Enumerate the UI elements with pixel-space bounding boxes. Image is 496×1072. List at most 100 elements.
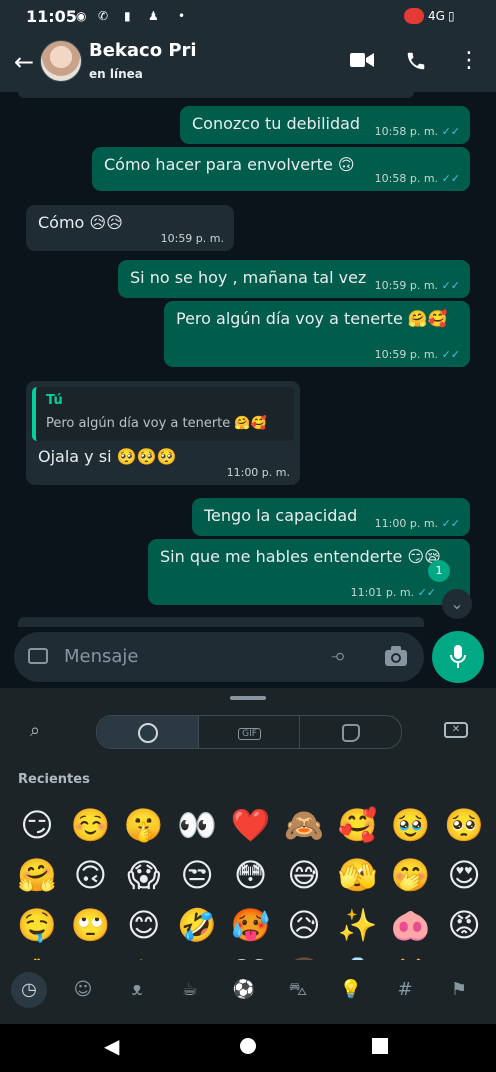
emoji-key[interactable]: 🤍 xyxy=(224,950,278,960)
emoji-key[interactable]: 🫣 xyxy=(330,850,384,900)
scroll-down-icon[interactable]: ⌄ xyxy=(442,589,472,619)
status-bar: 11:05 ◉ ✆ ▮ ♟ • 4G ▯ xyxy=(0,0,496,34)
keyboard-icon[interactable] xyxy=(28,648,48,664)
emoji-key[interactable]: 🥰 xyxy=(330,800,384,850)
back-arrow-icon[interactable]: ← xyxy=(14,48,34,76)
message-input[interactable]: Mensaje xyxy=(64,646,139,667)
drag-handle[interactable] xyxy=(230,696,266,700)
message-bubble-outgoing[interactable]: Si no se hoy , mañana tal vez 10:59 p. m… xyxy=(118,260,470,298)
emoji-key[interactable]: 💍 xyxy=(330,950,384,960)
message-input-bar[interactable]: Mensaje ⌕ xyxy=(14,632,424,682)
tab-gif[interactable]: GIF xyxy=(198,716,300,748)
emoji-key[interactable]: 🙃 xyxy=(63,850,117,900)
emoji-key[interactable]: 🙈 xyxy=(277,800,331,850)
tab-emoji[interactable] xyxy=(97,716,198,748)
emoji-key[interactable]: ❤️ xyxy=(224,800,278,850)
emoji-key[interactable]: 🤣 xyxy=(170,900,224,950)
recent-category-icon[interactable]: ◷ xyxy=(11,972,47,1008)
message-bubble-incoming[interactable]: Tú Pero algún día voy a tenerte 🤗🥰 Ojala… xyxy=(26,381,300,485)
nav-back-icon[interactable]: ◀ xyxy=(104,1034,119,1058)
system-nav-bar: ◀ xyxy=(0,1024,496,1072)
travel-category-icon[interactable]: ⛍ xyxy=(280,972,316,1008)
user-add-icon: ♟ xyxy=(148,9,159,23)
emoji-key[interactable]: 😍 xyxy=(437,850,490,900)
emoji-key[interactable]: 😒 xyxy=(170,850,224,900)
contact-name[interactable]: Bekaco Pri xyxy=(89,40,197,61)
section-title: Recientes xyxy=(18,772,90,787)
smileys-category-icon[interactable]: ☺ xyxy=(65,972,101,1008)
emoji-icon xyxy=(137,722,158,743)
emoji-key[interactable]: 🐽 xyxy=(384,900,438,950)
previous-message-edge xyxy=(18,92,414,98)
emoji-key[interactable]: 🤤 xyxy=(10,900,64,950)
message-text: Cómo hacer para envolverte 🙃 xyxy=(104,155,355,174)
message-text: Sin que me hables entenderte 😏😪 xyxy=(160,547,441,566)
emoji-key[interactable]: 🤫 xyxy=(117,800,171,850)
emoji-key[interactable]: 😅 xyxy=(277,850,331,900)
emoji-key[interactable]: 😏 xyxy=(170,950,224,960)
emoji-key[interactable]: 👑 xyxy=(384,950,438,960)
emoji-key[interactable]: 🙄 xyxy=(63,900,117,950)
symbols-category-icon[interactable]: # xyxy=(387,972,423,1008)
emoji-key[interactable]: 😳 xyxy=(224,850,278,900)
activity-category-icon[interactable]: ⚽ xyxy=(226,972,262,1008)
message-bubble-outgoing[interactable]: Tengo la capacidad 11:00 p. m. ✓✓ xyxy=(192,498,470,536)
emoji-key[interactable]: 😥 xyxy=(277,900,331,950)
message-bubble-incoming[interactable]: Cómo 😥😥 10:59 p. m. xyxy=(26,205,234,251)
message-text: Tengo la capacidad xyxy=(204,506,358,525)
whatsapp-icon: ✆ xyxy=(98,9,109,23)
nav-home-icon[interactable] xyxy=(240,1038,256,1054)
food-category-icon[interactable]: ☕ xyxy=(172,972,208,1008)
emoji-key[interactable]: 😣 xyxy=(63,950,117,960)
emoji-key[interactable]: 🤭 xyxy=(384,850,438,900)
emoji-key[interactable]: ✨ xyxy=(330,900,384,950)
quote-author: Tú xyxy=(46,393,63,408)
emoji-key[interactable]: ☺️ xyxy=(63,800,117,850)
screen-record-icon xyxy=(404,8,424,24)
phone-call-icon[interactable] xyxy=(405,50,427,77)
keyboard-tabs: GIF xyxy=(96,715,402,749)
emoji-key[interactable]: 😏 xyxy=(10,800,64,850)
message-time: 11:01 p. m. xyxy=(350,586,415,599)
attach-icon[interactable]: ⌕ xyxy=(327,643,353,669)
emoji-key[interactable]: 👩 xyxy=(277,950,331,960)
message-time: 10:59 p. m. xyxy=(160,232,224,245)
nav-recents-icon[interactable] xyxy=(372,1038,388,1054)
tab-sticker[interactable] xyxy=(299,716,401,748)
emoji-key[interactable]: 🥺 xyxy=(437,800,490,850)
more-notifications-icon: • xyxy=(178,9,186,23)
emoji-key[interactable]: 🥵 xyxy=(224,900,278,950)
search-icon[interactable]: ⌕ xyxy=(30,720,40,741)
more-options-icon[interactable]: ⋮ xyxy=(458,48,480,73)
emoji-key[interactable]: 👀 xyxy=(170,800,224,850)
camera-icon[interactable] xyxy=(384,645,408,671)
avatar[interactable] xyxy=(40,40,82,82)
emoji-key[interactable]: 😡 xyxy=(437,900,490,950)
quoted-message[interactable]: Tú Pero algún día voy a tenerte 🤗🥰 xyxy=(32,387,294,441)
emoji-key[interactable]: 👉 xyxy=(117,950,171,960)
emoji-key[interactable]: 🥹 xyxy=(384,800,438,850)
flags-category-icon[interactable]: ⚑ xyxy=(441,972,477,1008)
animals-category-icon[interactable]: ᴥ xyxy=(119,972,155,1008)
emoji-key[interactable]: 😭 xyxy=(437,950,490,960)
backspace-icon[interactable]: ✕ xyxy=(444,722,468,738)
video-call-icon[interactable] xyxy=(350,50,374,74)
emoji-key[interactable]: 😱 xyxy=(117,850,171,900)
message-bubble-outgoing[interactable]: Cómo hacer para envolverte 🙃 10:58 p. m.… xyxy=(92,147,470,191)
message-bubble-outgoing[interactable]: Sin que me hables entenderte 😏😪 11:01 p.… xyxy=(148,539,470,605)
mic-button[interactable] xyxy=(432,631,484,683)
sticker-icon xyxy=(341,723,360,742)
emoji-key[interactable]: 🙏 xyxy=(10,950,64,960)
presence-status: en línea xyxy=(89,67,143,81)
read-ticks-icon: ✓✓ xyxy=(441,348,460,361)
status-time: 11:05 xyxy=(26,7,77,26)
message-bubble-outgoing[interactable]: Pero algún día voy a tenerte 🤗🥰 10:59 p.… xyxy=(164,301,470,367)
message-text: Si no se hoy , mañana tal vez xyxy=(130,268,367,287)
message-bubble-outgoing[interactable]: Conozco tu debilidad 10:58 p. m. ✓✓ xyxy=(180,106,470,144)
message-text: Conozco tu debilidad xyxy=(192,114,361,133)
emoji-key[interactable]: 😊 xyxy=(117,900,171,950)
emoji-key[interactable]: 🤗 xyxy=(10,850,64,900)
message-list[interactable]: Conozco tu debilidad 10:58 p. m. ✓✓ Cómo… xyxy=(8,92,488,632)
unread-count-badge[interactable]: 1 xyxy=(428,560,450,582)
objects-category-icon[interactable]: 💡 xyxy=(333,972,369,1008)
